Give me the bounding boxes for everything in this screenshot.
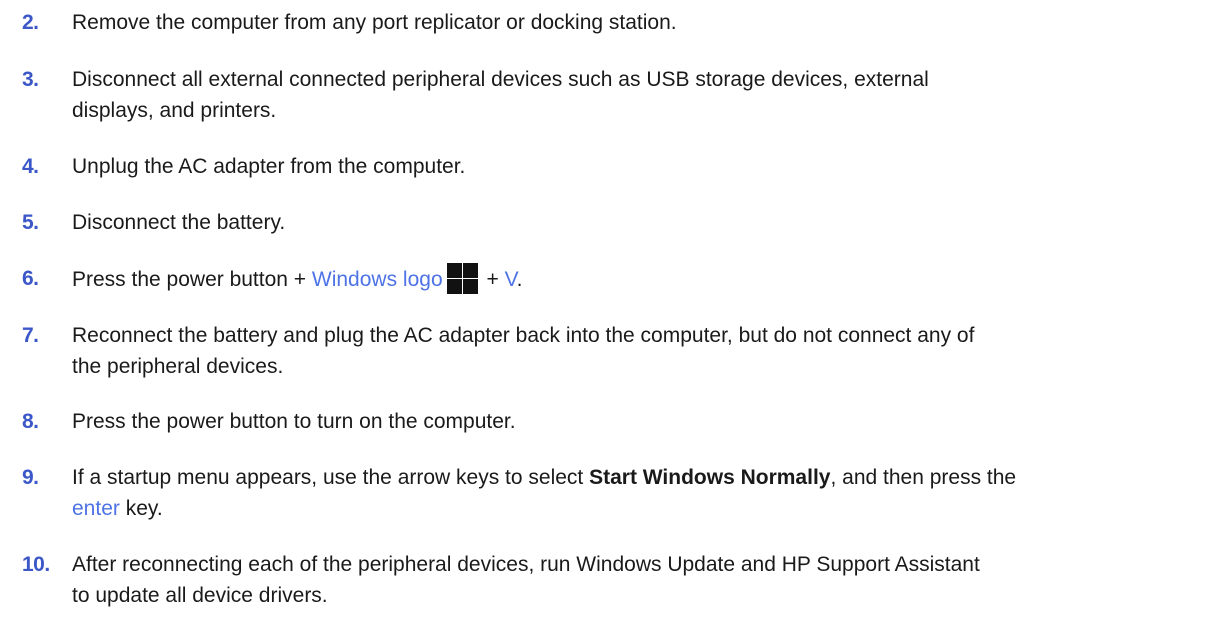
step-number: 6.: [22, 267, 39, 290]
step-text-part: Press the power button +: [72, 268, 312, 291]
step-text-line: Reconnect the battery and plug the AC ad…: [72, 324, 975, 347]
step-text-line: the peripheral devices.: [72, 355, 284, 378]
step-text: Press the power button to turn on the co…: [72, 410, 516, 433]
step-text-line: to update all device drivers.: [72, 584, 328, 607]
step-text-line: Disconnect all external connected periph…: [72, 68, 929, 91]
step-text: Disconnect all external connected periph…: [72, 64, 1212, 126]
step-text-part: .: [516, 268, 523, 291]
step-text-line: displays, and printers.: [72, 99, 277, 122]
step-text: Reconnect the battery and plug the AC ad…: [72, 320, 1212, 382]
step-text-line: After reconnecting each of the periphera…: [72, 553, 980, 576]
step-number: 5.: [22, 211, 39, 234]
step-text-part: +: [480, 268, 505, 291]
step-number: 8.: [22, 410, 39, 433]
step-text: Remove the computer from any port replic…: [72, 11, 677, 34]
step-text: After reconnecting each of the periphera…: [72, 549, 1212, 611]
step-number: 4.: [22, 155, 39, 178]
step-text-part: key.: [119, 497, 163, 520]
step-text: Press the power button + Windows logo + …: [72, 263, 1212, 295]
step-number: 7.: [22, 324, 39, 347]
step-text-part: , and then press the: [830, 466, 1017, 489]
step-number: 10.: [22, 553, 50, 576]
menu-option-label: Start Windows Normally: [589, 466, 831, 489]
step-text: If a startup menu appears, use the arrow…: [72, 462, 1212, 524]
step-text: Unplug the AC adapter from the computer.: [72, 155, 466, 178]
step-number: 3.: [22, 68, 39, 91]
enter-key-link[interactable]: enter: [72, 497, 120, 520]
v-key-link[interactable]: V: [505, 268, 517, 291]
windows-logo-link[interactable]: Windows logo: [312, 268, 443, 291]
step-number: 2.: [22, 11, 39, 34]
step-number: 9.: [22, 466, 39, 489]
step-text-part: If a startup menu appears, use the arrow…: [72, 466, 590, 489]
windows-logo-icon: [446, 263, 478, 294]
step-text: Disconnect the battery.: [72, 211, 286, 234]
